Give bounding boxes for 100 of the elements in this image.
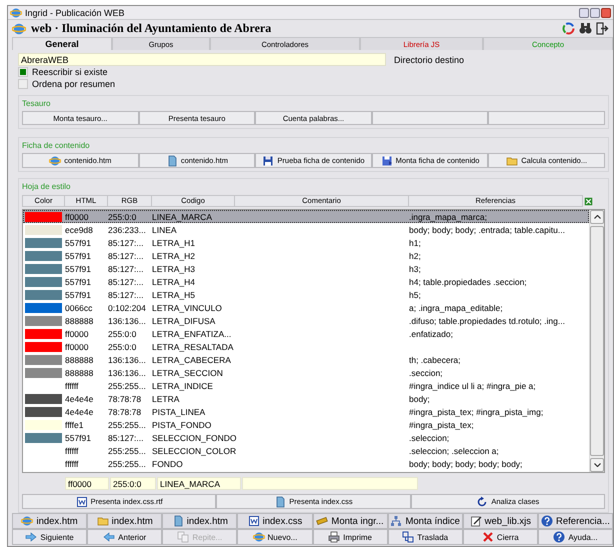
table-row[interactable]: ffffe1 255:255... PISTA_FONDO #ingra_pista_tex; [23,418,589,431]
toolbar-button[interactable]: web_lib.xjs [462,513,538,529]
table-cell: 888888 [65,368,94,378]
toolbar-button[interactable]: index.css [237,513,312,529]
table-cell: ff0000 [65,328,88,338]
table-cell: #ingra_pista_tex; [409,420,474,430]
close-button[interactable] [601,8,611,18]
table-row[interactable]: ff0000 255:0:0 LINEA_MARCA .ingra_mapa_marca; [23,210,589,223]
table-cell: SELECCION_FONDO [152,432,237,442]
checkbox-label: Reescribir si existe [32,67,108,77]
toolbar-button[interactable]: index.htm [12,513,88,529]
minimize-button[interactable] [579,8,589,18]
table-cell: .ingra_mapa_marca; [409,212,487,222]
table-cell: LINEA_MARCA [152,212,212,222]
table-cell: 78:78:78 [108,406,142,416]
code-field[interactable]: LINEA_MARCA [157,477,241,490]
table-cell: 888888 [65,316,94,326]
table-cell: 557f91 [65,250,91,260]
action-button[interactable]: Traslada [388,529,463,545]
table-cell: a; .ingra_mapa_editable; [409,302,503,312]
exit-icon[interactable] [596,22,609,36]
table-cell: .difuso; table.propiedades td.rotulo; .ing... [409,316,565,326]
table-row[interactable]: 0066cc 0:102:204 LETRA_VINCULO a; .ingra_mapa_editable; [23,301,589,314]
table-cell: h1; [409,238,421,248]
binoculars-icon[interactable] [579,22,592,36]
checkbox[interactable] [18,67,28,77]
spreadsheet-icon [584,196,592,206]
table-row[interactable]: 557f91 85:127:... LETRA_H3 h3; [23,262,589,275]
globe-icon [49,154,62,166]
table-row[interactable]: 557f91 85:127:... LETRA_H1 h1; [23,236,589,249]
table-row[interactable]: ff0000 255:0:0 LETRA_RESALTADA [23,340,589,353]
table-row[interactable]: 557f91 85:127:... SELECCION_FONDO .seleccion; [23,431,589,444]
table-cell: 85:127:... [108,432,144,442]
html-field[interactable]: ff0000 [65,477,109,490]
folder-icon [96,515,109,527]
table-cell: .seccion; [409,368,443,378]
checkbox[interactable] [18,79,28,89]
table-row[interactable]: 557f91 85:127:... LETRA_H5 h5; [23,288,589,301]
globe-icon [252,531,265,543]
copy-icon [177,531,190,543]
table-cell: FONDO [152,458,183,468]
table-row[interactable]: 888888 136:136... LETRA_DIFUSA .difuso; table.propiedades td.rotulo; .ing... [23,314,589,327]
action-button[interactable]: Ayuda... [538,529,613,545]
table-cell: 255:255... [108,458,146,468]
table-cell: 4e4e4e [65,406,94,416]
tab[interactable]: General [12,37,112,50]
table-cell: LETRA_RESALTADA [152,342,234,352]
globe-icon [12,22,26,36]
toolbar-button[interactable]: index.htm [87,513,162,529]
table-row[interactable]: 557f91 85:127:... LETRA_H4 h4; table.propiedades .seccion; [23,275,589,288]
table-cell: LETRA [152,394,180,404]
page-title: web · Iluminación del Ayuntamiento de Abrera [31,21,272,36]
swirl-logo-icon[interactable] [562,22,575,36]
table-cell: 85:127:... [108,290,144,300]
scrollbar[interactable] [589,210,604,472]
left-arrow-icon [103,531,116,543]
table-cell: .enfatizado; [409,328,453,338]
toolbar-button[interactable]: Monta índice [388,513,463,529]
help-icon [541,515,553,527]
table-cell: #ingra_pista_tex; #ingra_pista_img; [409,406,544,416]
destination-field[interactable]: AbreraWEB [18,53,386,66]
table-row[interactable]: 888888 136:136... LETRA_SECCION .seccion; [23,366,589,379]
table-cell: h3; [409,264,421,274]
table-cell: LETRA_H2 [152,250,195,260]
table-cell: 255:255... [108,446,146,456]
action-button[interactable]: Anterior [87,529,162,545]
action-button[interactable]: Imprime [312,529,388,545]
table-row[interactable]: ff0000 255:0:0 LETRA_ENFATIZA... .enfatizado; [23,327,589,340]
help-icon [553,531,566,543]
toolbar-button[interactable]: Monta ingr... [312,513,388,529]
table-row[interactable]: 4e4e4e 78:78:78 PISTA_LINEA #ingra_pista_tex; #ingra_pista_img; [23,405,589,418]
tree-diagram-icon [390,515,402,527]
toolbar-button[interactable]: index.htm [162,513,238,529]
table-row[interactable]: 557f91 85:127:... LETRA_H2 h2; [23,249,589,262]
table-row[interactable]: 4e4e4e 78:78:78 LETRA body; [23,392,589,405]
table-cell: 236:233... [108,224,146,234]
toolbar-button[interactable]: Referencia... [538,513,613,529]
table-cell: 85:127:... [108,264,144,274]
action-button[interactable]: Siguiente [12,529,88,545]
table-cell: .seleccion; [409,432,450,442]
section-title: Hoja de estilo [22,181,72,192]
table-cell: LETRA_ENFATIZA... [152,328,232,338]
table-cell: 255:0:0 [108,212,136,222]
table-cell: 255:255... [108,380,146,390]
table-cell: 557f91 [65,276,91,286]
table-cell: 0066cc [65,302,92,312]
table-row[interactable]: ece9d8 236:233... LINEA body; body; body; .entrada; table.capitu... [23,223,589,236]
table-row[interactable]: 888888 136:136... LETRA_CABECERA th; .cabecera; [23,353,589,366]
table-cell: 255:0:0 [108,328,136,338]
action-button[interactable]: Nuevo... [237,529,312,545]
bar-icon [316,515,328,527]
comment-field[interactable] [242,477,418,490]
table-cell: ff0000 [65,212,88,222]
action-button[interactable]: Cierra [462,529,538,545]
table-cell: PISTA_LINEA [152,406,206,416]
maximize-button[interactable] [590,8,600,18]
table-cell: 255:255... [108,420,146,430]
table-cell: 78:78:78 [108,394,142,404]
rgb-field[interactable]: 255:0:0 [110,477,156,490]
field-label: Directorio destino [394,54,464,64]
